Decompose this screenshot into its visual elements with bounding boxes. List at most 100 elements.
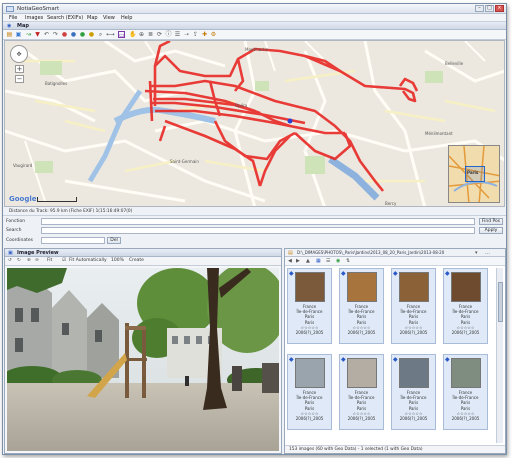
info-icon[interactable]: ⓘ [165,31,172,38]
folder-path[interactable]: D:\_DIMAGES\PHOTOS\_Paris\Jardins\2013_0… [297,250,467,255]
thumbnail-item[interactable]: ◆ France Île-de-France Paris Paris ☆☆☆☆☆ 2006(… [391,268,436,344]
minimap-label: Paris [467,170,479,175]
up-folder-icon[interactable]: ▲ [306,258,310,264]
menu-images[interactable]: Images [25,15,43,21]
pin-yellow-icon[interactable]: ● [88,31,95,38]
preview-photo [7,268,279,451]
open-folder-icon[interactable]: ▤ [6,31,13,38]
map-label: Saint-Germain [170,159,199,164]
map-label: Belleville [445,61,464,66]
geotag-icon: ◆ [393,356,398,363]
thumbnail-image [399,358,429,388]
scrollbar-thumb[interactable] [498,282,503,322]
vertical-scrollbar[interactable] [496,268,503,443]
pin-green-icon[interactable]: ● [79,31,86,38]
fit-button[interactable]: Fit [47,258,52,263]
title-bar: NotiaGeoSmart – □ × [3,4,506,14]
find-position-button[interactable]: Find Pos [479,218,503,225]
refresh-icon[interactable]: ⟳ [156,31,163,38]
thumbnail-image [347,272,377,302]
coordinates-input[interactable] [41,237,105,244]
apply-button[interactable]: Apply [479,227,503,234]
sort-icon[interactable]: ⇅ [346,258,350,264]
folder-path-bar: ▤ D:\_DIMAGES\PHOTOS\_Paris\Jardins\2013… [285,249,505,257]
image-preview-panel: ▣ Image Preview ↺ ↻ ⊕ ⊖ Fit ☑ Fit Automa… [4,248,282,454]
ruler-icon[interactable]: ⟷ [106,31,115,38]
geo-filter-icon[interactable]: ◉ [336,258,340,264]
map-canvas [5,41,504,206]
zoom-in-icon[interactable]: ⊕ [27,258,31,263]
back-icon[interactable]: ◀ [288,258,292,264]
image-count-status: 153 images (60 with Geo Data) - 1 select… [285,445,505,453]
app-window: NotiaGeoSmart – □ × File Images Search (… [2,3,507,455]
hand-icon[interactable]: ✋ [129,31,136,38]
zoom-out-button[interactable]: − [15,75,24,83]
menu-search-exif[interactable]: Search (EXIFs) [47,15,83,21]
add-icon[interactable]: ✚ [201,31,208,38]
thumbnail-item[interactable]: ◆ France Île-de-France Paris Paris ☆☆☆☆☆ 2006(… [443,354,488,430]
thumbnail-info: France Île-de-France Paris Paris ☆☆☆☆☆ 2006(?… [340,304,383,335]
pan-icon[interactable]: ✥ [10,45,28,63]
track-icon[interactable]: ↝ [25,31,32,38]
thumbnail-item[interactable]: ◆ France Île-de-France Paris Paris ☆☆☆☆☆ 2006(… [287,268,332,344]
settings-icon[interactable]: ⚙ [210,31,217,38]
map-label: Vaugirard [13,163,33,168]
thumbnail-item[interactable]: ◆ France Île-de-France Paris Paris ☆☆☆☆☆ 2006(… [391,354,436,430]
clear-coords-button[interactable]: Del [107,237,121,244]
thumbnail-item[interactable]: ◆ France Île-de-France Paris Paris ☆☆☆☆☆ 2006(… [287,354,332,430]
arrow-icon[interactable]: ➝ [183,31,190,38]
menu-file[interactable]: File [9,15,17,21]
marker-icon[interactable]: ▼ [34,31,41,38]
redo-icon[interactable]: ↷ [52,31,59,38]
thumbnail-info: France Île-de-France Paris Paris ☆☆☆☆☆ 2006(?… [340,390,383,421]
list-icon[interactable]: ☰ [174,31,181,38]
rotate-left-icon[interactable]: ↺ [8,258,12,263]
forward-icon[interactable]: ▶ [296,258,300,264]
layers-icon[interactable]: ≣ [147,31,154,38]
image-count-text: 153 images (60 with Geo Data) - 1 select… [289,447,423,452]
preview-image[interactable] [7,268,279,451]
create-button[interactable]: Create [129,258,144,263]
coordinates-label: Coordinates [6,238,34,243]
select-tool-icon[interactable]: ▭ [118,31,125,39]
thumbnail-item[interactable]: ◆ France Île-de-France Paris Paris ☆☆☆☆☆ 2006(… [339,354,384,430]
zoom-in-button[interactable]: + [15,65,24,73]
keyword-input[interactable] [41,218,475,225]
pin-blue-icon[interactable]: ● [70,31,77,38]
window-title: NotiaGeoSmart [17,6,60,12]
search-input[interactable] [41,227,475,234]
target-icon[interactable]: ⊕ [138,31,145,38]
folder-icon: ▤ [288,250,293,256]
pin-red-icon[interactable]: ● [61,31,68,38]
browse-folder-icon[interactable]: … [485,250,490,256]
menu-help[interactable]: Help [121,15,132,21]
actual-size-button[interactable]: 100% [111,258,124,263]
minimap[interactable]: Paris [448,145,500,203]
map-view[interactable]: Batignolles Montmartre Belleville Bercy … [4,40,505,207]
fit-auto-checkbox[interactable]: ☑ [62,258,66,263]
thumbnail-info: France Île-de-France Paris Paris ☆☆☆☆☆ 2006(?… [288,390,331,421]
minimize-icon[interactable]: – [475,5,484,12]
zoom-out-icon[interactable]: ⊖ [35,258,39,263]
export-icon[interactable]: ⇪ [192,31,199,38]
menu-view[interactable]: View [103,15,115,21]
menu-map[interactable]: Map [87,15,98,21]
geotag-icon: ◆ [445,270,450,277]
zoom-icon[interactable]: ⌕ [97,31,104,38]
save-icon[interactable]: ▣ [15,31,22,38]
thumbnail-item[interactable]: ◆ France Île-de-France Paris Paris ☆☆☆☆☆ 2006(… [443,268,488,344]
maximize-icon[interactable]: □ [485,5,494,12]
undo-icon[interactable]: ↶ [43,31,50,38]
geotag-icon: ◆ [289,270,294,277]
dropdown-arrow-icon[interactable]: ▾ [475,250,478,256]
geotag-icon: ◆ [289,356,294,363]
rotate-right-icon[interactable]: ↻ [17,258,21,263]
image-preview-title: Image Preview [17,250,59,256]
map-panel-title: Map [17,23,29,29]
list-view-icon[interactable]: ☰ [326,258,330,264]
close-icon[interactable]: × [495,5,504,12]
thumbnail-item[interactable]: ◆ France Île-de-France Paris Paris ☆☆☆☆☆ 2006(… [339,268,384,344]
thumbnail-image [295,272,325,302]
map-label: Batignolles [45,81,68,86]
thumbnail-view-icon[interactable]: ▦ [316,258,321,264]
